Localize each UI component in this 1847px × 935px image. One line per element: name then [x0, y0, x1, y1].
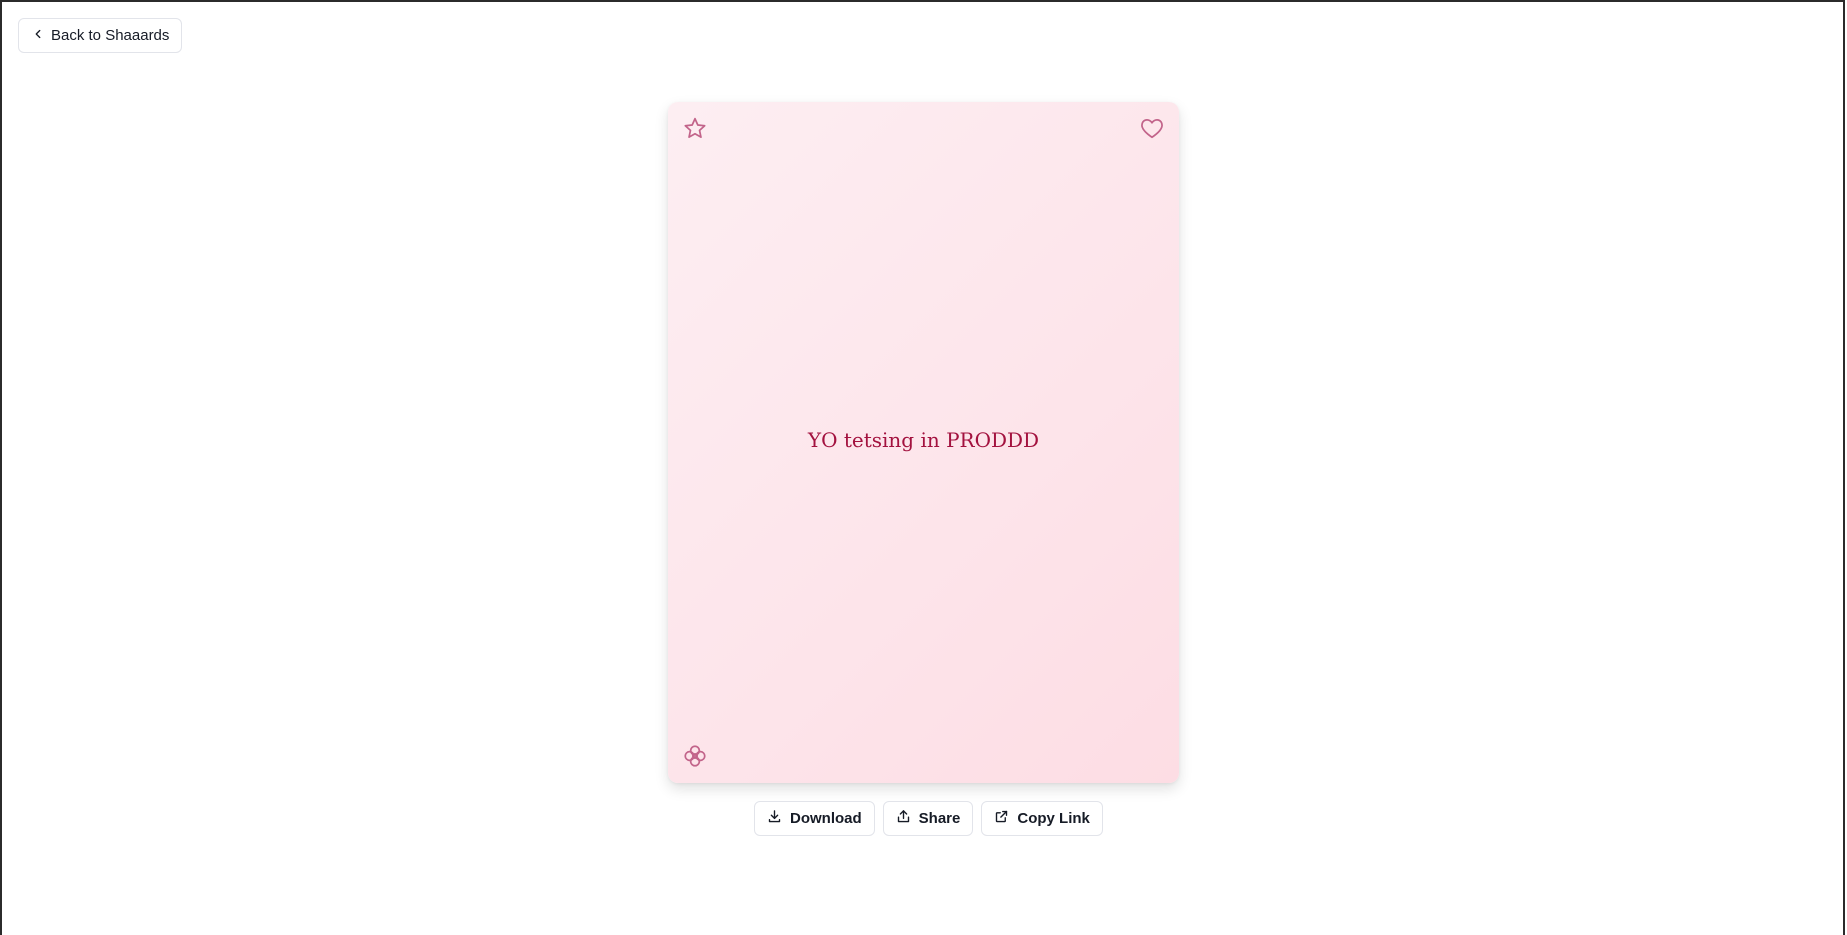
- back-button-label: Back to Shaaards: [51, 27, 170, 44]
- download-icon: [767, 809, 782, 828]
- card-message: YO tetsing in PRODDD: [807, 428, 1040, 452]
- heart-icon: [1139, 115, 1165, 141]
- download-button[interactable]: Download: [754, 801, 875, 836]
- chevron-left-icon: [31, 27, 45, 45]
- star-icon: [682, 116, 708, 142]
- copy-link-button[interactable]: Copy Link: [981, 801, 1103, 836]
- download-label: Download: [790, 810, 862, 827]
- share-icon: [896, 809, 911, 828]
- back-to-shaaards-button[interactable]: Back to Shaaards: [18, 18, 183, 53]
- shaaard-card: YO tetsing in PRODDD: [668, 102, 1179, 783]
- flower-icon: [682, 743, 708, 769]
- copy-link-label: Copy Link: [1017, 810, 1090, 827]
- share-button[interactable]: Share: [882, 801, 974, 836]
- external-link-icon: [994, 809, 1009, 828]
- share-label: Share: [918, 810, 961, 827]
- card-actions: Download Share Copy Link: [754, 801, 1103, 836]
